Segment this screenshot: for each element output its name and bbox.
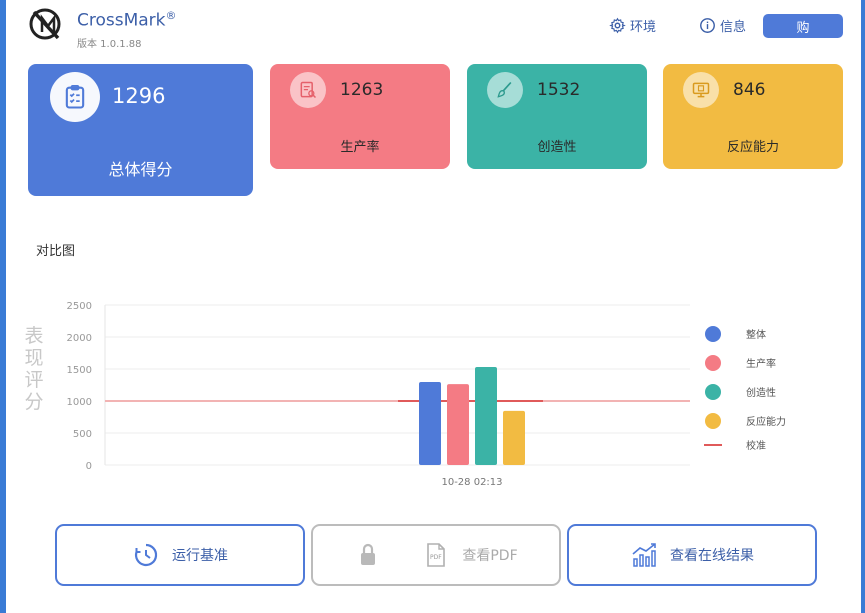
bar-2 [447, 384, 469, 465]
window-frame-right [861, 0, 865, 613]
window-frame-left [0, 0, 6, 613]
bar-1 [419, 382, 441, 465]
brush-icon [487, 72, 523, 108]
legend-swatch [705, 326, 721, 342]
total-score-card: 1296 总体得分 [28, 64, 253, 196]
view-online-results-label: 查看在线结果 [670, 548, 754, 564]
document-search-icon [290, 72, 326, 108]
y-tick-label: 500 [73, 429, 92, 440]
productivity-label: 生产率 [340, 140, 380, 155]
monitor-icon [683, 72, 719, 108]
legend-label: 创造性 [746, 386, 776, 399]
environment-label: 环境 [630, 20, 657, 35]
legend-label: 反应能力 [746, 415, 786, 428]
productivity-score-value: 1263 [340, 80, 384, 100]
bar-3 [475, 366, 497, 465]
app-name: CrossMark® [77, 9, 177, 31]
legend-label: 整体 [746, 328, 766, 341]
creativity-label: 创造性 [537, 140, 577, 155]
version-label: 版本 1.0.1.88 [77, 39, 142, 50]
y-tick-label: 2000 [67, 333, 92, 344]
buy-button[interactable]: 购 [763, 14, 843, 38]
run-benchmark-label: 运行基准 [172, 548, 228, 564]
legend-label: 校准 [746, 439, 766, 452]
lock-icon [361, 543, 376, 565]
view-pdf-label: 查看PDF [462, 548, 518, 564]
legend-swatch [705, 413, 721, 429]
y-axis-label-char: 评 [24, 369, 43, 391]
creativity-card: 1532 创造性 [467, 64, 647, 169]
y-axis-label-char: 表 [24, 325, 43, 347]
legend-swatch [705, 355, 721, 371]
view-pdf-button[interactable]: PDF 查看PDF [311, 524, 561, 586]
svg-text:PDF: PDF [430, 554, 442, 561]
productivity-card: 1263 生产率 [270, 64, 450, 169]
total-score-value: 1296 [112, 84, 166, 108]
clipboard-check-icon [50, 72, 100, 122]
environment-link[interactable]: 环境 [609, 16, 656, 35]
info-link[interactable]: 信息 [699, 16, 746, 35]
stopwatch-icon [134, 543, 158, 567]
run-benchmark-button[interactable]: 运行基准 [55, 524, 305, 586]
info-icon [700, 18, 715, 33]
comparison-chart: 2500 2000 1500 1000 500 0 表现评分 10-28 02:13 整体生产率… [24, 301, 786, 488]
responsiveness-label: 反应能力 [726, 140, 779, 155]
responsiveness-card: 846 反应能力 [663, 64, 843, 169]
bar-chart-trend-icon [632, 543, 656, 567]
pdf-file-icon: PDF [427, 543, 446, 567]
creativity-score-value: 1532 [537, 80, 581, 100]
info-label: 信息 [720, 20, 747, 35]
y-axis-label-char: 现 [24, 347, 43, 369]
y-axis-label-char: 分 [24, 391, 43, 413]
responsiveness-score-value: 846 [733, 80, 766, 100]
y-tick-label: 0 [86, 461, 92, 472]
view-online-results-button[interactable]: 查看在线结果 [567, 524, 817, 586]
comparison-title: 对比图 [36, 244, 76, 259]
crossmark-logo-icon [29, 8, 61, 40]
total-score-label: 总体得分 [108, 160, 173, 179]
gear-icon [609, 17, 626, 34]
legend-label: 生产率 [746, 357, 776, 370]
y-tick-label: 1500 [67, 365, 92, 376]
legend-swatch [705, 384, 721, 400]
x-tick-label: 10-28 02:13 [441, 477, 502, 488]
y-tick-label: 2500 [67, 301, 92, 312]
bar-4 [503, 410, 525, 465]
y-tick-label: 1000 [67, 397, 92, 408]
